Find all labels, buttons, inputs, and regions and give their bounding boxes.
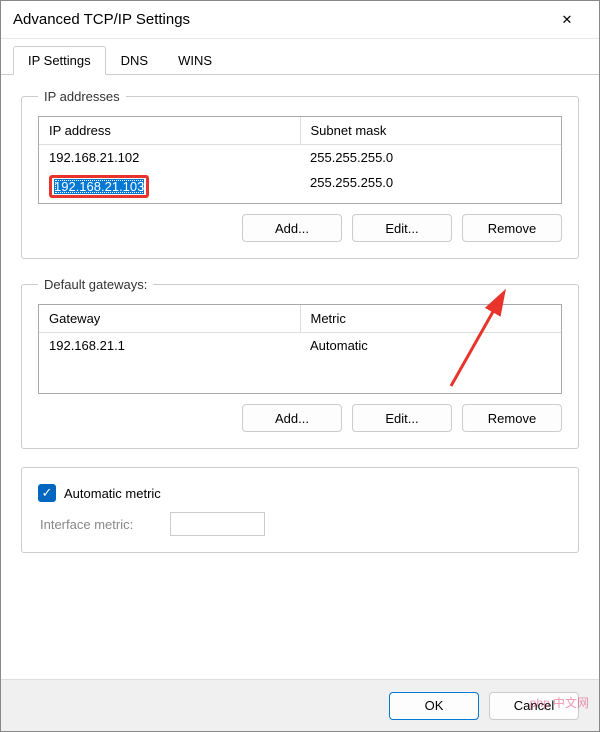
interface-metric-input — [170, 512, 265, 536]
interface-metric-row: Interface metric: — [40, 512, 562, 536]
cell-ip: 192.168.21.102 — [39, 145, 300, 170]
interface-metric-label: Interface metric: — [40, 517, 160, 532]
selected-ip: 192.168.21.103 — [54, 179, 144, 194]
title-text: Advanced TCP/IP Settings — [13, 11, 547, 28]
ip-addresses-group: IP addresses IP address Subnet mask 192.… — [21, 89, 579, 259]
auto-metric-label[interactable]: Automatic metric — [64, 486, 161, 501]
gw-remove-button[interactable]: Remove — [462, 404, 562, 432]
cell-ip: 192.168.21.103 — [39, 170, 300, 203]
tab-label: DNS — [121, 53, 148, 68]
header-ip[interactable]: IP address — [39, 117, 301, 144]
table-row[interactable]: 192.168.21.102 255.255.255.0 — [39, 145, 561, 170]
table-header: IP address Subnet mask — [39, 117, 561, 145]
cell-mask: 255.255.255.0 — [300, 145, 561, 170]
tab-dns[interactable]: DNS — [106, 46, 163, 75]
close-icon: ✕ — [562, 12, 573, 28]
highlight-annotation: 192.168.21.103 — [49, 175, 149, 198]
ok-button[interactable]: OK — [389, 692, 479, 720]
ip-addresses-table[interactable]: IP address Subnet mask 192.168.21.102 25… — [38, 116, 562, 204]
table-header: Gateway Metric — [39, 305, 561, 333]
ip-edit-button[interactable]: Edit... — [352, 214, 452, 242]
gw-add-button[interactable]: Add... — [242, 404, 342, 432]
gateways-group: Default gateways: Gateway Metric 192.168… — [21, 277, 579, 449]
table-row[interactable]: 192.168.21.1 Automatic — [39, 333, 561, 358]
header-mask[interactable]: Subnet mask — [301, 117, 562, 144]
cell-gateway: 192.168.21.1 — [39, 333, 300, 358]
table-row[interactable]: 192.168.21.103 255.255.255.0 — [39, 170, 561, 203]
cell-mask: 255.255.255.0 — [300, 170, 561, 203]
header-metric[interactable]: Metric — [301, 305, 562, 332]
check-icon: ✓ — [42, 485, 53, 501]
dialog-footer: OK Cancel — [1, 679, 599, 731]
tab-wins[interactable]: WINS — [163, 46, 227, 75]
gateways-legend: Default gateways: — [38, 277, 153, 292]
gw-edit-button[interactable]: Edit... — [352, 404, 452, 432]
gw-button-row: Add... Edit... Remove — [38, 404, 562, 432]
close-button[interactable]: ✕ — [547, 1, 587, 39]
ip-add-button[interactable]: Add... — [242, 214, 342, 242]
header-gateway[interactable]: Gateway — [39, 305, 301, 332]
metric-group: ✓ Automatic metric Interface metric: — [21, 467, 579, 553]
dialog-window: Advanced TCP/IP Settings ✕ IP Settings D… — [0, 0, 600, 732]
auto-metric-row: ✓ Automatic metric — [38, 484, 562, 502]
gateways-table[interactable]: Gateway Metric 192.168.21.1 Automatic — [38, 304, 562, 394]
tab-label: IP Settings — [28, 53, 91, 68]
ip-button-row: Add... Edit... Remove — [38, 214, 562, 242]
tab-ip-settings[interactable]: IP Settings — [13, 46, 106, 75]
titlebar: Advanced TCP/IP Settings ✕ — [1, 1, 599, 39]
tab-label: WINS — [178, 53, 212, 68]
ip-addresses-legend: IP addresses — [38, 89, 126, 104]
tab-strip: IP Settings DNS WINS — [1, 39, 599, 75]
cell-metric: Automatic — [300, 333, 561, 358]
watermark: php 中文网 — [530, 694, 589, 711]
auto-metric-checkbox[interactable]: ✓ — [38, 484, 56, 502]
ip-remove-button[interactable]: Remove — [462, 214, 562, 242]
tab-content: IP addresses IP address Subnet mask 192.… — [1, 75, 599, 585]
